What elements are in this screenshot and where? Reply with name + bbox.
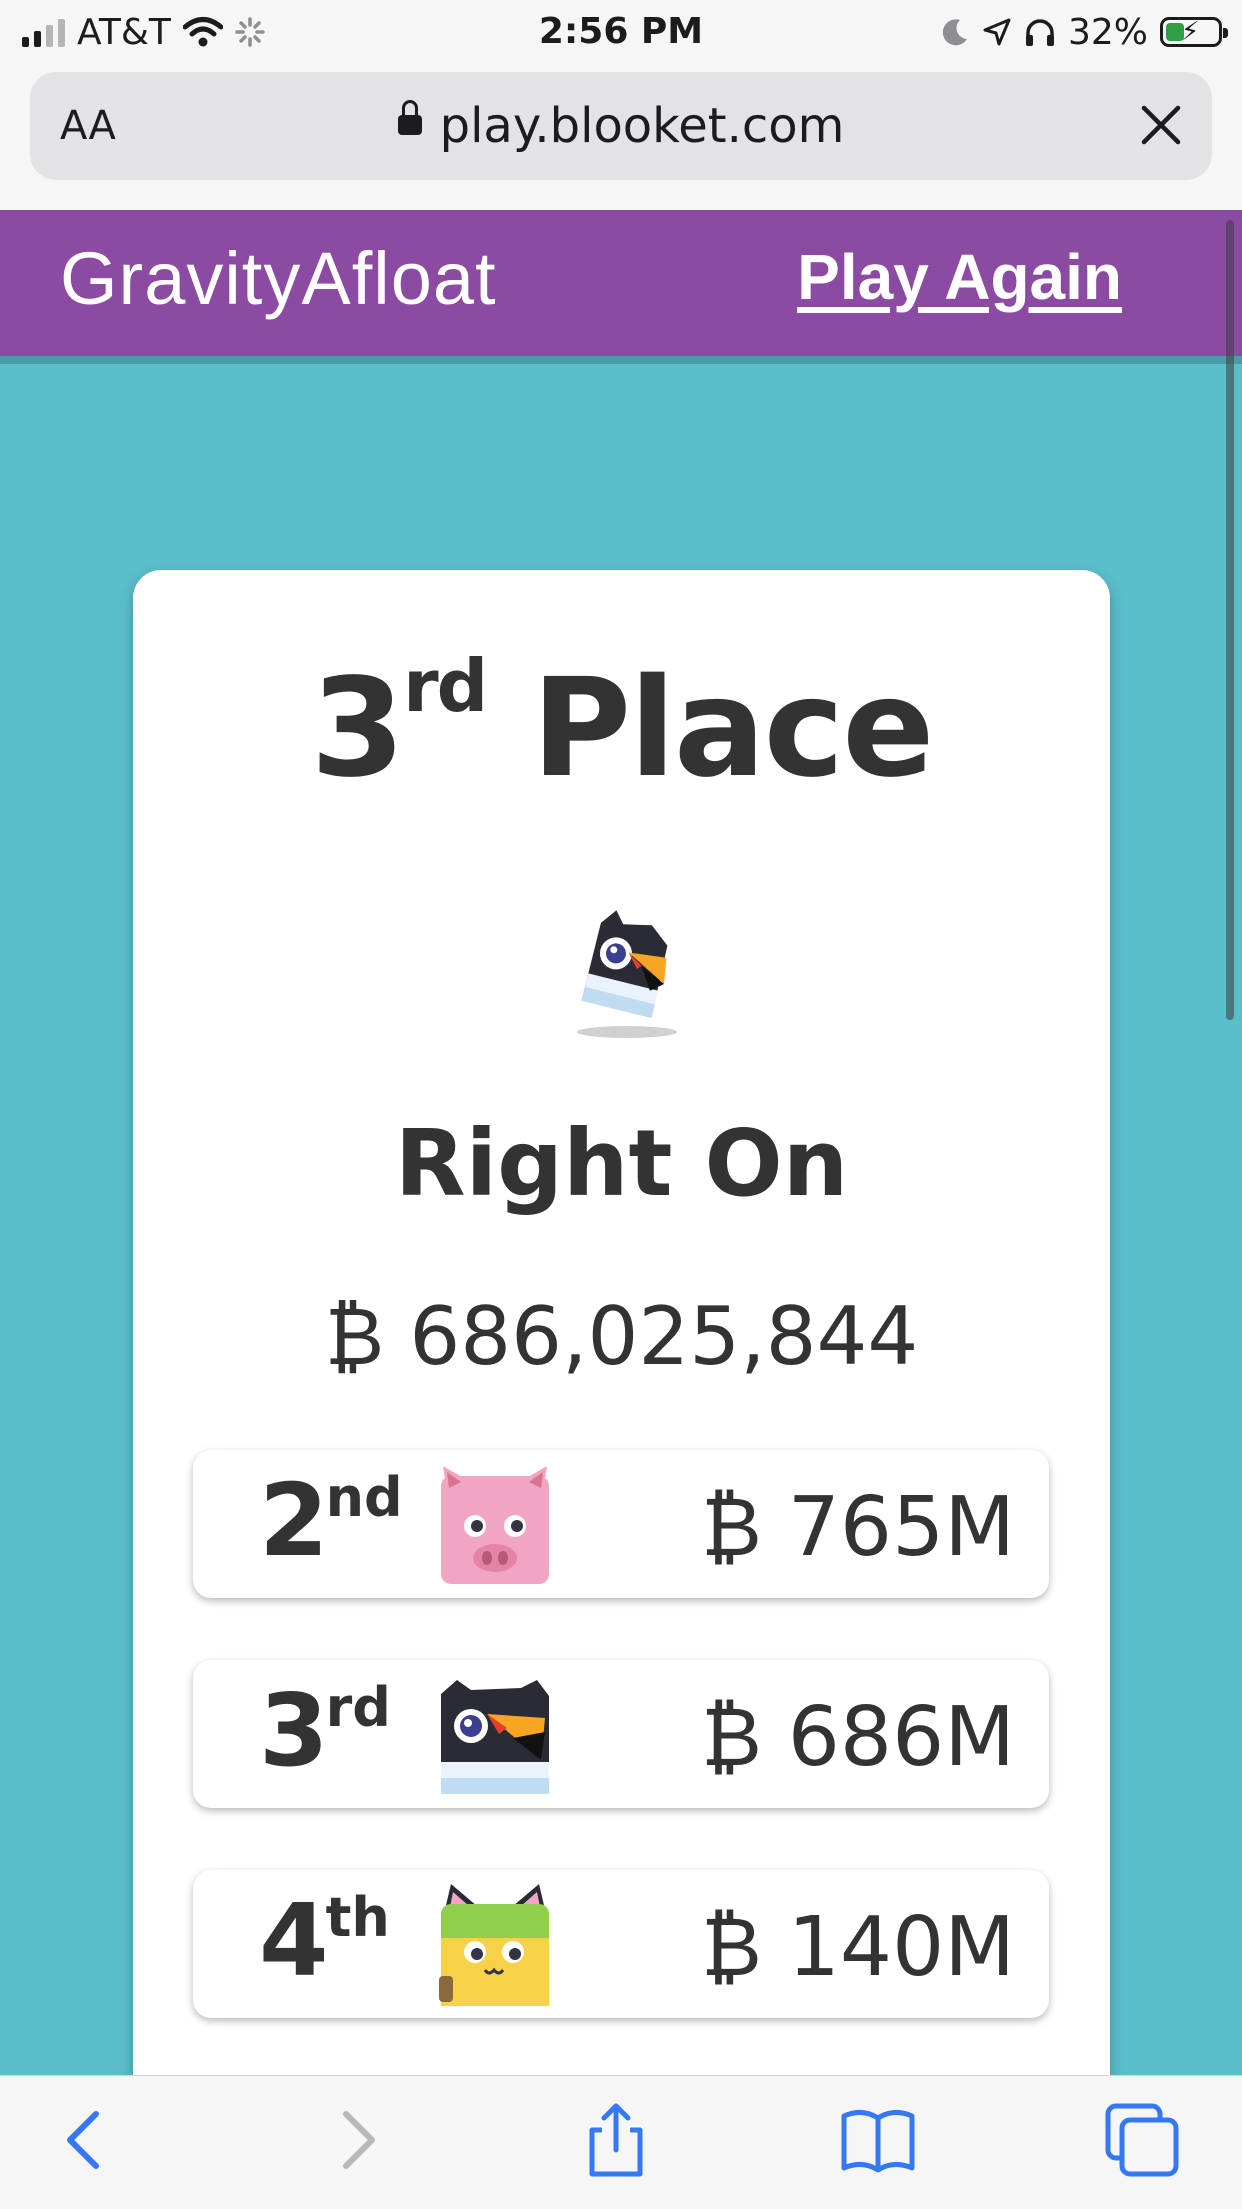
browser-toolbar	[0, 2075, 1242, 2209]
row-amount: ₿ 686M	[700, 1690, 1015, 1785]
results-card: 3rd Place Right On ₿ 686,025,844 2nd ₿ 7…	[133, 570, 1110, 2075]
play-again-link[interactable]: Play Again	[797, 240, 1122, 314]
place-title: 3rd Place	[133, 644, 1110, 808]
share-icon[interactable]	[576, 2100, 656, 2180]
place-word: Place	[531, 650, 935, 808]
toucan-blook-icon	[441, 1680, 549, 1794]
rank-suffix: th	[325, 1886, 390, 1949]
rank-number: 2	[259, 1462, 329, 1579]
browser-chrome: AA play.blooket.com	[0, 62, 1242, 210]
game-name: GravityAfloat	[60, 237, 497, 320]
close-icon[interactable]	[1136, 100, 1186, 150]
game-header: GravityAfloat Play Again	[0, 210, 1242, 356]
row-amount: ₿ 140M	[700, 1900, 1015, 1995]
status-right: 32% ⚡	[940, 8, 1228, 56]
row-amount: ₿ 765M	[700, 1480, 1015, 1575]
leaderboard-row: 4th ₿ 140M	[193, 1870, 1049, 2018]
player-score: ₿ 686,025,844	[324, 1290, 919, 1383]
leaderboard-row: 3rd ₿ 686M	[193, 1660, 1049, 1808]
rank-suffix: nd	[325, 1466, 403, 1529]
place-suffix: rd	[403, 644, 488, 728]
page-scrollbar[interactable]	[1226, 220, 1234, 1020]
web-page: GravityAfloat Play Again 3rd Place Right…	[0, 210, 1242, 2075]
bookmarks-icon[interactable]	[838, 2100, 918, 2180]
rank-number: 4	[259, 1882, 329, 1999]
back-icon[interactable]	[46, 2100, 126, 2180]
lock-icon	[397, 100, 422, 135]
rank-number: 3	[259, 1672, 329, 1789]
url-display[interactable]: play.blooket.com	[30, 72, 1212, 180]
tabs-icon[interactable]	[1102, 2100, 1182, 2180]
moon-icon	[942, 19, 967, 46]
player-name: Right On	[394, 1110, 849, 1217]
cat-blook-icon	[439, 1884, 549, 2006]
rank-label: 4th	[259, 1882, 390, 1999]
headphones-icon	[1025, 19, 1054, 46]
rank-label: 2nd	[259, 1462, 403, 1579]
battery-charging-icon: ⚡	[1160, 17, 1228, 47]
address-bar[interactable]: AA play.blooket.com	[30, 72, 1212, 180]
battery-percent: 32%	[1067, 11, 1148, 53]
rank-label: 3rd	[259, 1672, 391, 1789]
status-bar: AT&T 2:56 PM 32% ⚡	[0, 0, 1242, 62]
url-text: play.blooket.com	[439, 98, 845, 154]
rank-suffix: rd	[325, 1676, 391, 1739]
forward-icon[interactable]	[316, 2100, 396, 2180]
place-number: 3	[310, 650, 406, 808]
location-arrow-icon	[983, 18, 1011, 46]
pig-blook-icon	[441, 1466, 549, 1584]
leaderboard-row: 2nd ₿ 765M	[193, 1450, 1049, 1598]
toucan-blook-icon	[577, 910, 677, 1038]
